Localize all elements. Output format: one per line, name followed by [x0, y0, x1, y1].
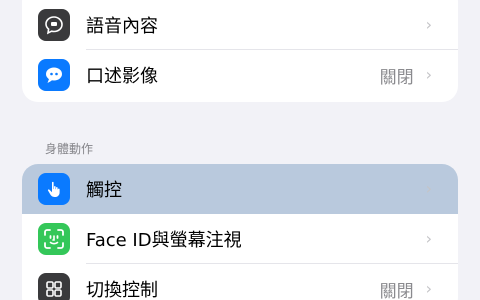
vision-settings-group: 語音內容 › 口述影像 關閉 ›	[22, 0, 458, 102]
chevron-right-icon: ›	[425, 179, 432, 198]
row-label: 語音內容	[86, 16, 158, 37]
row-value: 關閉	[379, 67, 414, 88]
row-label: 切換控制	[86, 280, 158, 300]
chevron-right-icon: ›	[425, 15, 432, 34]
row-value: 關閉	[379, 281, 414, 300]
row-audio-descriptions[interactable]: 口述影像 關閉 ›	[22, 50, 458, 100]
row-switch-control[interactable]: 切換控制 關閉 ›	[22, 264, 458, 300]
chevron-right-icon: ›	[425, 65, 432, 84]
message-quote-icon	[38, 59, 70, 91]
physical-motor-group: 觸控 › Face ID與螢幕注視 › 切換控制 關閉 ›	[22, 164, 458, 300]
speech-bubble-icon	[38, 9, 70, 41]
row-face-id-attention[interactable]: Face ID與螢幕注視 ›	[22, 214, 458, 264]
chevron-right-icon: ›	[425, 229, 432, 248]
switch-control-icon	[38, 273, 70, 300]
row-label: 觸控	[86, 180, 122, 201]
row-touch[interactable]: 觸控 ›	[22, 164, 458, 214]
row-label: Face ID與螢幕注視	[86, 230, 242, 251]
row-label: 口述影像	[86, 66, 158, 87]
hand-touch-icon	[38, 173, 70, 205]
section-header: 身體動作	[45, 142, 94, 156]
face-id-icon	[38, 223, 70, 255]
row-spoken-content[interactable]: 語音內容 ›	[22, 0, 458, 50]
chevron-right-icon: ›	[425, 279, 432, 298]
